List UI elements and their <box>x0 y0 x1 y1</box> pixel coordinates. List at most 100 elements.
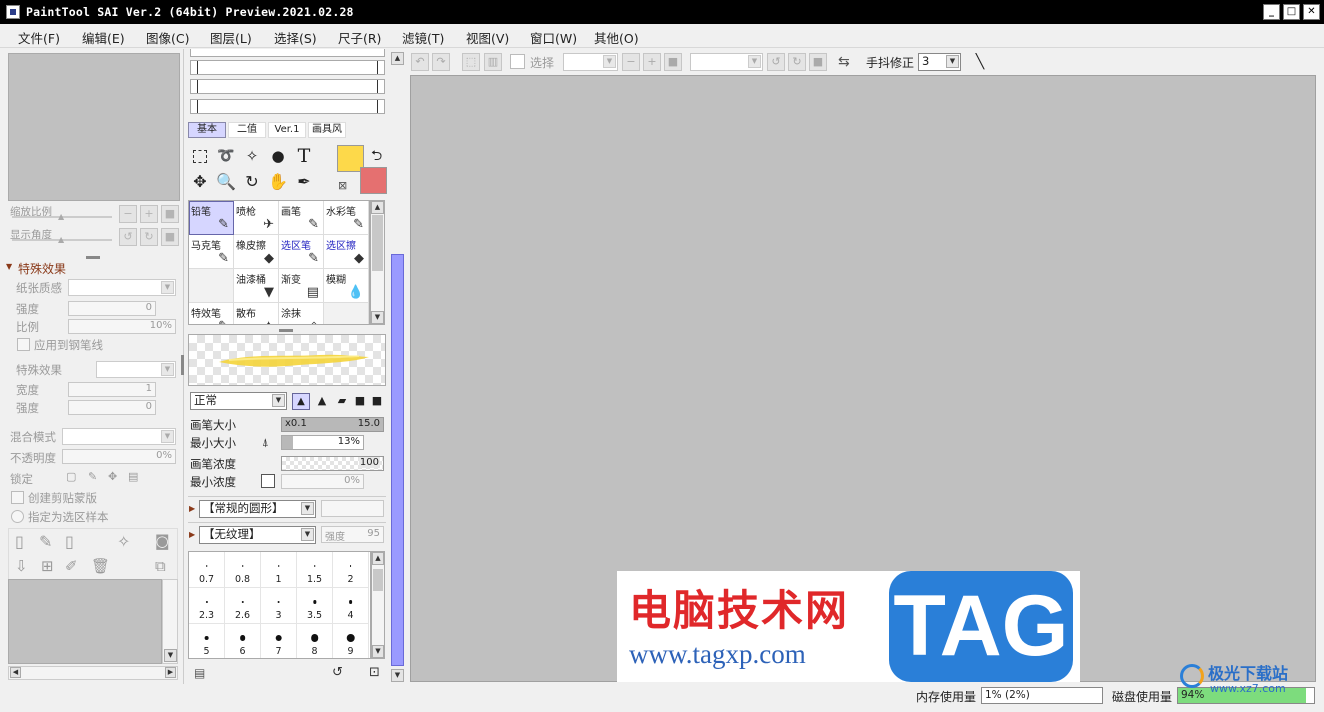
brush-item[interactable] <box>189 269 234 303</box>
brush-size-preset[interactable]: 9 <box>333 624 369 658</box>
zoom-in-button[interactable]: + <box>140 205 158 223</box>
scroll-down-icon[interactable]: ▼ <box>164 649 177 662</box>
rotate-left-button[interactable]: ↺ <box>119 228 137 246</box>
tab-ver1[interactable]: Ver.1 <box>268 122 306 138</box>
menu-layer[interactable]: 图层(L) <box>210 28 252 47</box>
selection-source-checkbox[interactable] <box>11 510 24 523</box>
pressure-size-icon[interactable]: ⍋ <box>262 436 269 450</box>
effect-icon[interactable]: ✧ <box>117 532 130 551</box>
scroll-right-icon[interactable]: ▶ <box>165 667 176 678</box>
transparent-color-icon[interactable]: ⊠ <box>338 179 347 192</box>
zoom-slider-handle[interactable]: ▲ <box>58 212 64 221</box>
brush-size-preset[interactable]: 6 <box>225 624 261 658</box>
blend-mode-dropdown[interactable]: 正常 ▼ <box>190 392 287 410</box>
select-mode-dropdown[interactable]: ▼ <box>563 53 618 71</box>
tab-binary[interactable]: 二值 <box>228 122 266 138</box>
scale-slider[interactable]: 10% <box>68 319 176 334</box>
color-slider-1[interactable] <box>190 60 385 75</box>
rotate-right-button[interactable]: ↻ <box>140 228 158 246</box>
brush-size-preset[interactable]: 1.5 <box>297 552 333 588</box>
rotate-ccw-icon[interactable]: ↺ <box>767 53 785 71</box>
effects-header[interactable]: 特殊效果 <box>18 260 66 277</box>
brush-size-preset[interactable]: 2 <box>333 552 369 588</box>
clipping-checkbox[interactable] <box>11 491 24 504</box>
zoom-dropdown[interactable]: ▼ <box>690 53 763 71</box>
undo-preset-icon[interactable]: ↺ <box>332 665 343 680</box>
brush-item[interactable]: 油漆桶 ▼ <box>234 269 279 303</box>
menu-file[interactable]: 文件(F) <box>18 28 60 47</box>
navigator-preview[interactable] <box>8 53 180 201</box>
special-effect-select[interactable]: ▼ <box>96 361 176 378</box>
edge-soft2-icon[interactable]: ▰ <box>333 393 351 410</box>
brush-size-preset[interactable]: 7 <box>261 624 297 658</box>
scroll-up-icon[interactable]: ▲ <box>371 201 384 214</box>
brush-size-slider[interactable]: x0.1 15.0 <box>281 417 384 432</box>
copy-layer-icon[interactable]: ⧉ <box>155 557 166 575</box>
layer-list-hscrollbar[interactable]: ◀ ▶ <box>8 666 178 680</box>
brush-shape-strength[interactable] <box>321 500 384 517</box>
flip-horizontal-icon[interactable]: ⇆ <box>838 54 850 70</box>
expand-arrow-icon[interactable]: ▶ <box>189 530 195 539</box>
brush-item[interactable]: 水彩笔 ✎ <box>324 201 369 235</box>
width-slider[interactable]: 1 <box>68 382 156 397</box>
menu-filter[interactable]: 滤镜(T) <box>402 28 444 47</box>
splitter-handle[interactable] <box>279 329 293 332</box>
color-slider-3[interactable] <box>190 99 385 114</box>
edge-hard-icon[interactable]: ▲ <box>292 393 310 410</box>
menu-select[interactable]: 选择(S) <box>274 28 317 47</box>
brush-size-preset[interactable]: 5 <box>189 624 225 658</box>
layer-list[interactable] <box>8 579 162 664</box>
panel-scrollbar[interactable]: ▲ ▼ <box>390 52 406 682</box>
mask-icon[interactable]: ◙ <box>155 532 170 550</box>
merge-down-icon[interactable]: ⇩ <box>15 557 28 575</box>
edge-soft1-icon[interactable]: ▲ <box>313 393 331 410</box>
edge-soft4-icon[interactable]: ■ <box>368 393 386 410</box>
brush-size-preset[interactable]: 2.6 <box>225 588 261 624</box>
close-button[interactable]: ✕ <box>1303 4 1320 20</box>
density-slider[interactable]: 100 <box>281 456 384 471</box>
magic-wand-icon[interactable]: ✧ <box>240 145 264 168</box>
straight-line-icon[interactable]: ╲ <box>970 52 990 72</box>
apply-pen-checkbox[interactable] <box>17 338 30 351</box>
scroll-down-icon[interactable]: ▼ <box>371 311 384 324</box>
menu-image[interactable]: 图像(C) <box>146 28 189 47</box>
clear-layer-icon[interactable]: ✐ <box>65 557 78 575</box>
brush-texture-strength[interactable]: 强度 95 <box>321 526 384 543</box>
rotate-cw-icon[interactable]: ↻ <box>788 53 806 71</box>
color-slider-0[interactable] <box>190 49 385 57</box>
zoom-icon[interactable]: 🔍 <box>214 171 238 194</box>
lock-paint-icon[interactable]: ✎ <box>88 470 97 483</box>
menu-other[interactable]: 其他(O) <box>594 28 639 47</box>
brush-item[interactable]: 渐变 ▤ <box>279 269 324 303</box>
brush-item[interactable]: 喷枪 ✈ <box>234 201 279 235</box>
brush-texture-dropdown[interactable]: 【无纹理】 ▼ <box>199 526 316 544</box>
swap-colors-icon[interactable]: ⮌ <box>371 145 382 169</box>
brush-size-preset[interactable]: 0.7 <box>189 552 225 588</box>
opacity-slider[interactable]: 0% <box>62 449 176 464</box>
menu-ruler[interactable]: 尺子(R) <box>338 28 381 47</box>
add-layer-icon[interactable]: ⊞ <box>41 557 54 575</box>
scrollbar-thumb[interactable] <box>373 569 383 591</box>
brush-size-preset[interactable]: 3.5 <box>297 588 333 624</box>
save-preset-icon[interactable]: ⊡ <box>369 665 380 680</box>
hand-icon[interactable]: ✋ <box>266 171 290 194</box>
brush-size-preset[interactable]: 1 <box>261 552 297 588</box>
rotate-reset-icon[interactable]: ■ <box>809 53 827 71</box>
brush-item[interactable]: 特效笔✎ <box>189 303 234 324</box>
zoom-out-icon[interactable]: − <box>622 53 640 71</box>
brush-item[interactable]: 散布 ✦ <box>234 303 279 324</box>
splitter-handle[interactable] <box>86 256 100 259</box>
brush-size-multiplier[interactable]: x0.1 <box>285 418 307 429</box>
menu-edit[interactable]: 编辑(E) <box>82 28 125 47</box>
brush-size-preset[interactable]: 0.8 <box>225 552 261 588</box>
brush-item[interactable]: 画笔 ✎ <box>279 201 324 235</box>
lock-transparency-icon[interactable]: ▢ <box>66 470 76 483</box>
brush-item[interactable]: 模糊 💧 <box>324 269 369 303</box>
scroll-up-icon[interactable]: ▲ <box>391 52 404 65</box>
brush-size-preset[interactable]: 3 <box>261 588 297 624</box>
maximize-button[interactable]: □ <box>1283 4 1300 20</box>
layer-list-scrollbar[interactable]: ▼ <box>162 579 178 664</box>
min-density-slider[interactable]: 0% <box>281 474 364 489</box>
scroll-up-icon[interactable]: ▲ <box>372 552 384 565</box>
tab-painter[interactable]: 画具风 <box>308 122 346 138</box>
